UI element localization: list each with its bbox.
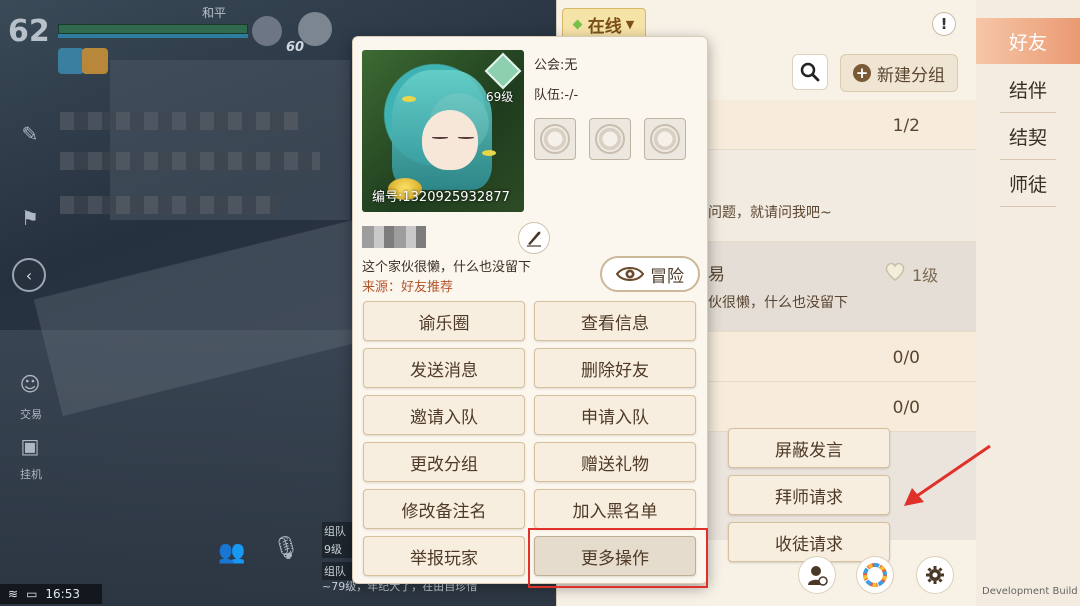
auto-battle-icon[interactable]: ▣	[16, 434, 44, 460]
send-gift-button[interactable]: 赠送礼物	[534, 442, 696, 482]
color-wheel-button[interactable]	[856, 556, 894, 594]
info-icon[interactable]: !	[932, 12, 956, 36]
trade-label: 交易	[20, 408, 42, 421]
request-apprentice-button[interactable]: 收徒请求	[728, 522, 890, 562]
pet-icon[interactable]	[252, 16, 282, 46]
friend-name: 易	[708, 265, 725, 285]
group-count: 1/2	[892, 116, 920, 136]
player-level-label: 69级	[486, 90, 514, 104]
buff-icon[interactable]	[58, 48, 84, 74]
intimacy-level: 1级	[912, 266, 939, 285]
friend-row[interactable]: 问题，就请问我吧~	[700, 150, 976, 242]
empty-slot-icon[interactable]	[589, 118, 631, 160]
heart-icon	[885, 262, 905, 281]
avatar-eye	[432, 136, 448, 139]
trade-icon[interactable]: ☺	[16, 372, 44, 398]
search-button[interactable]	[792, 54, 828, 90]
online-status-label: 在线	[587, 16, 622, 37]
new-group-button[interactable]: + 新建分组	[840, 54, 958, 92]
tab-mentorship[interactable]: 师徒	[976, 160, 1080, 206]
empty-slot-icon[interactable]	[534, 118, 576, 160]
mp-bar	[58, 34, 248, 38]
avatar-eye	[458, 136, 474, 139]
delete-friend-button[interactable]: 删除好友	[534, 348, 696, 388]
request-master-button[interactable]: 拜师请求	[728, 475, 890, 515]
apply-team-button[interactable]: 申请入队	[534, 395, 696, 435]
user-clock-icon	[808, 566, 828, 586]
avatar-face	[422, 110, 478, 170]
color-wheel-icon	[863, 563, 887, 587]
report-player-button[interactable]: 举报玩家	[363, 536, 525, 576]
plus-icon: +	[853, 64, 871, 82]
mosaic-text	[60, 152, 320, 170]
collapse-arrow-button[interactable]: ‹	[12, 258, 46, 292]
player-level: 62	[8, 14, 50, 49]
edit-remark-button[interactable]: 修改备注名	[363, 489, 525, 529]
team-label: 队伍:-/-	[534, 88, 579, 103]
auto-battle-label: 挂机	[20, 468, 42, 481]
avatar-leaf	[402, 96, 416, 102]
wifi-icon: ≋	[8, 587, 19, 601]
adventure-label: 冒险	[650, 266, 684, 287]
team-icon[interactable]: 👥	[218, 540, 252, 570]
player-id: 编号:1320925932877	[372, 190, 510, 205]
search-icon	[800, 62, 820, 82]
invite-team-button[interactable]: 邀请入队	[363, 395, 525, 435]
group-count: 0/0	[892, 398, 920, 418]
tab-companions[interactable]: 结伴	[976, 66, 1080, 112]
group-row[interactable]: 0/0	[700, 382, 976, 432]
buff-icon[interactable]	[82, 48, 108, 74]
quill-icon	[527, 231, 541, 247]
guild-label: 公会:无	[534, 58, 578, 73]
tab-divider	[1000, 206, 1056, 207]
annotation-highlight-box	[528, 528, 708, 588]
group-count: 0/0	[892, 348, 920, 368]
view-info-button[interactable]: 查看信息	[534, 301, 696, 341]
adventure-button[interactable]: 冒险	[600, 256, 700, 292]
settings-button[interactable]	[916, 556, 954, 594]
eye-icon	[616, 267, 644, 281]
friend-history-button[interactable]	[798, 556, 836, 594]
system-status-bar: ≋ ▭ 16:53	[0, 584, 102, 604]
mosaic-text	[60, 196, 280, 214]
annotation-arrow-icon	[904, 444, 991, 506]
change-group-button[interactable]: 更改分组	[363, 442, 525, 482]
pk-mode-label[interactable]: 和平	[202, 4, 226, 21]
player-bio: 这个家伙很懒，什么也没留下	[362, 260, 532, 275]
tab-sworn[interactable]: 结契	[976, 113, 1080, 159]
hp-bar	[58, 24, 248, 34]
send-message-button[interactable]: 发送消息	[363, 348, 525, 388]
mosaic-text	[60, 112, 300, 130]
dev-build-watermark: Development Build	[982, 586, 1078, 597]
flag-icon[interactable]: ⚑	[16, 206, 44, 232]
friend-row-selected[interactable]: 易 伙很懒，什么也没留下	[700, 242, 976, 332]
new-group-label: 新建分组	[877, 65, 945, 86]
avatar-leaf	[482, 150, 496, 156]
group-row[interactable]: 1/2	[700, 100, 976, 150]
player-name-redacted	[362, 226, 426, 248]
voice-icon[interactable]: 🎙	[272, 536, 306, 572]
group-row[interactable]: 0/0	[700, 332, 976, 382]
clock: 16:53	[45, 587, 80, 601]
mute-chat-button[interactable]: 屏蔽发言	[728, 428, 890, 468]
friend-signature: 问题，就请问我吧~	[708, 205, 832, 221]
empty-slot-icon[interactable]	[644, 118, 686, 160]
blacklist-button[interactable]: 加入黑名单	[534, 489, 696, 529]
moments-button[interactable]: 谕乐圈	[363, 301, 525, 341]
tab-friends[interactable]: 好友	[976, 18, 1080, 64]
online-dot-icon	[572, 19, 583, 29]
edit-note-button[interactable]	[518, 222, 550, 254]
chevron-down-icon: ▼	[625, 17, 635, 31]
battery-icon: ▭	[26, 587, 38, 601]
gear-icon	[926, 566, 944, 584]
scroll-icon[interactable]: ✎	[16, 122, 44, 148]
friend-signature: 伙很懒，什么也没留下	[708, 295, 848, 311]
target-level: 60	[286, 40, 305, 55]
friend-source: 来源：好友推荐	[362, 280, 454, 295]
